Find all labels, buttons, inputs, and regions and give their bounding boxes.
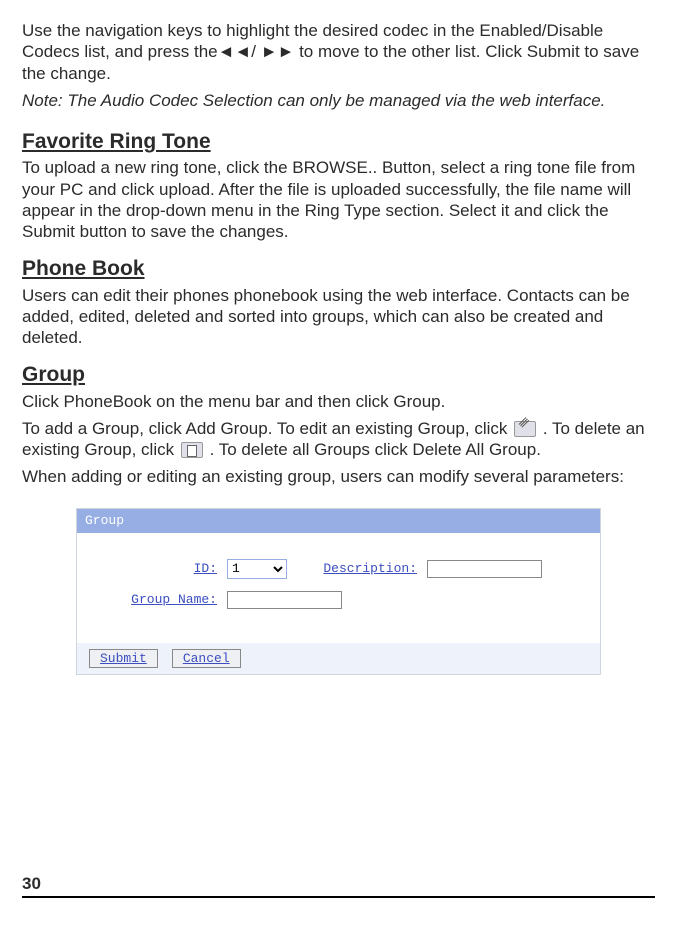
- page-footer: 30: [22, 873, 655, 898]
- id-select[interactable]: 1: [227, 559, 287, 579]
- group-form-title: Group: [77, 509, 600, 533]
- favorite-body: To upload a new ring tone, click the BRO…: [22, 157, 655, 242]
- phonebook-body: Users can edit their phones phonebook us…: [22, 285, 655, 349]
- submit-button[interactable]: Submit: [89, 649, 158, 668]
- group-name-input[interactable]: [227, 591, 342, 609]
- group-form: Group ID: 1 Description: Group Name: Sub…: [76, 508, 601, 675]
- delete-icon: [181, 442, 203, 458]
- description-label: Description:: [287, 561, 427, 577]
- description-input[interactable]: [427, 560, 542, 578]
- heading-phonebook: Phone Book: [22, 256, 655, 282]
- page-number: 30: [22, 874, 41, 893]
- group-line2c: . To delete all Groups click Delete All …: [210, 440, 541, 459]
- heading-group: Group: [22, 362, 655, 388]
- group-line2a: To add a Group, click Add Group. To edit…: [22, 419, 512, 438]
- group-line2: To add a Group, click Add Group. To edit…: [22, 418, 655, 461]
- intro-note: Note: The Audio Codec Selection can only…: [22, 90, 655, 111]
- cancel-button[interactable]: Cancel: [172, 649, 241, 668]
- edit-icon: [514, 421, 536, 437]
- group-line3: When adding or editing an existing group…: [22, 466, 655, 487]
- intro-paragraph: Use the navigation keys to highlight the…: [22, 20, 655, 84]
- group-line1: Click PhoneBook on the menu bar and then…: [22, 391, 655, 412]
- footer-rule: [22, 896, 655, 898]
- heading-favorite: Favorite Ring Tone: [22, 129, 655, 155]
- group-name-label: Group Name:: [107, 592, 227, 608]
- id-label: ID:: [107, 561, 227, 577]
